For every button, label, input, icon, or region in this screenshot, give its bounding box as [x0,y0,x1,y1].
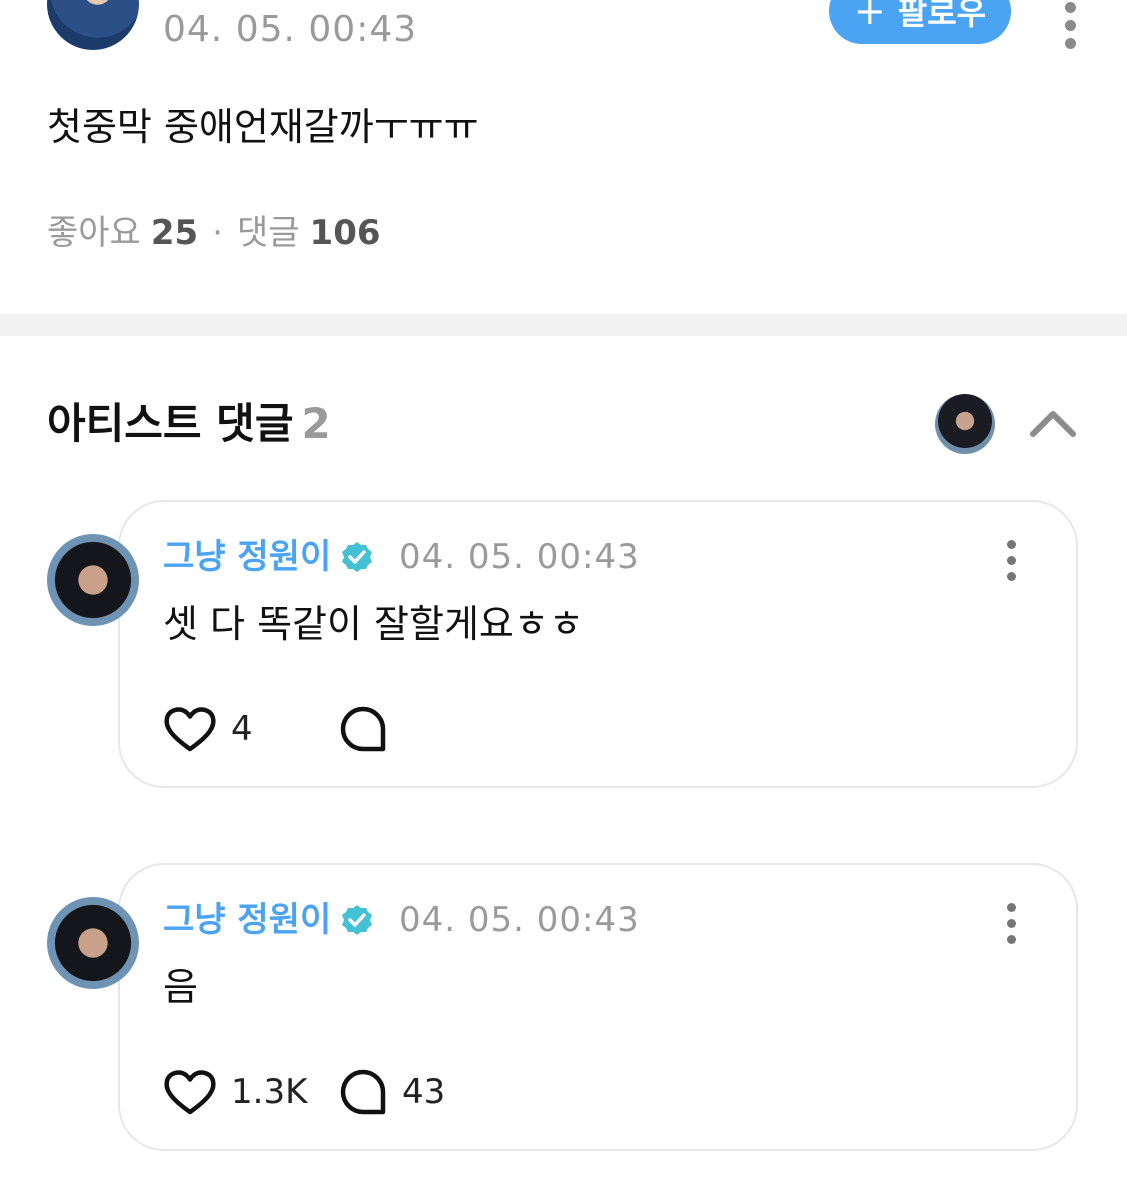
comment-author-avatar[interactable] [47,897,139,989]
comment-author-name[interactable]: 그냥 정원이 [163,898,331,942]
heart-icon[interactable] [162,701,218,757]
post-timestamp: 04. 05. 00:43 [163,9,418,50]
heart-icon[interactable] [162,1064,218,1120]
verified-badge-icon [342,905,372,935]
likes-label: 좋아요 [47,213,141,253]
follow-label: 팔로우 [897,0,987,32]
comment-more-options-icon[interactable] [1001,540,1021,581]
comment-timestamp: 04. 05. 00:43 [399,537,640,577]
artist-avatar [935,394,995,454]
artist-comments-label: 아티스트 댓글 [47,399,294,448]
post-more-options-icon[interactable] [1060,2,1080,49]
follow-button[interactable]: + 팔로우 [829,0,1011,44]
post-body: 첫중막 중애언재갈까ㅜㅠㅠ [47,105,479,149]
artist-comments-title: 아티스트 댓글 2 [47,397,331,451]
likes-count: 25 [150,213,199,253]
comment-author-avatar[interactable] [47,534,139,626]
comment-timestamp: 04. 05. 00:43 [399,900,640,940]
chevron-up-icon[interactable] [1027,398,1079,450]
verified-badge-icon [342,542,372,572]
like-count: 1.3K [231,1072,308,1112]
comment-text: 셋 다 똑같이 잘할게요ㅎㅎ [163,602,584,646]
stats-separator: · [212,213,223,253]
post-stats: 좋아요 25 · 댓글 106 [47,211,381,255]
artist-comments-count: 2 [301,399,331,448]
post-author-avatar[interactable] [47,0,139,50]
comment-text: 음 [163,965,198,1009]
comments-count: 106 [309,213,381,253]
like-count: 4 [231,709,253,749]
section-divider [0,314,1127,336]
reply-count: 43 [402,1072,446,1112]
comment-bubble-icon[interactable] [335,701,391,757]
plus-icon: + [853,0,886,33]
comment-more-options-icon[interactable] [1001,903,1021,944]
comment-bubble-icon[interactable] [335,1064,391,1120]
comment-author-name[interactable]: 그냥 정원이 [163,535,331,579]
comments-label[interactable]: 댓글 [237,213,300,253]
